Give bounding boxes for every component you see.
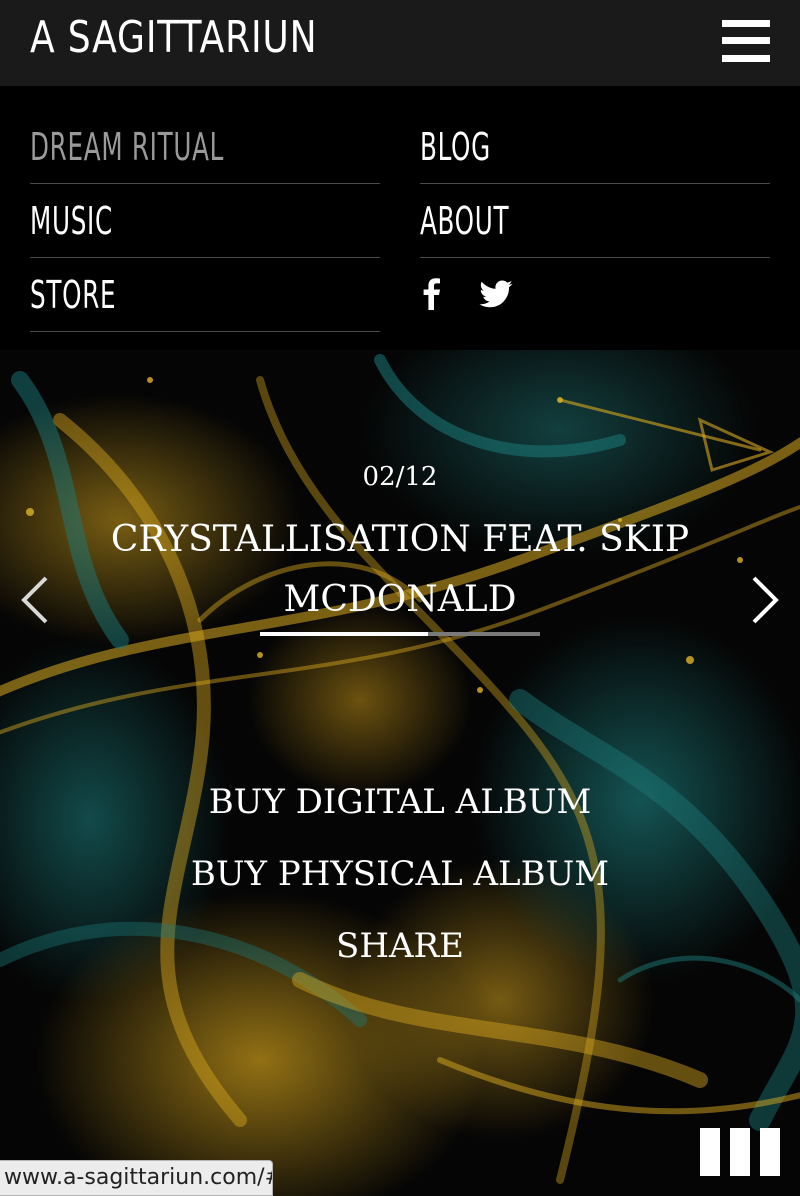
facebook-icon[interactable]	[414, 276, 450, 312]
next-arrow-icon[interactable]	[744, 572, 784, 628]
buy-physical-album-row: BUY PHYSICAL ALBUM	[0, 854, 800, 894]
site-header: A SAGITTARIUN	[0, 0, 800, 86]
buy-digital-album-row: BUY DIGITAL ALBUM	[0, 782, 800, 822]
menu-item-label: DREAM RITUAL	[30, 125, 225, 169]
menu-item-dream-ritual[interactable]: DREAM RITUAL	[30, 110, 380, 184]
track-progress-fill	[260, 632, 428, 636]
menu-item-about[interactable]: ABOUT	[420, 184, 770, 258]
share-link[interactable]: SHARE	[336, 926, 464, 966]
twitter-icon[interactable]	[478, 276, 514, 312]
menu-item-label: ABOUT	[420, 199, 510, 243]
pause-icon[interactable]	[700, 1128, 780, 1176]
buy-digital-album-link[interactable]: BUY DIGITAL ALBUM	[209, 782, 592, 822]
previous-arrow-icon[interactable]	[16, 572, 56, 628]
menu-item-label: MUSIC	[30, 199, 113, 243]
share-row: SHARE	[0, 926, 800, 966]
buy-physical-album-link[interactable]: BUY PHYSICAL ALBUM	[191, 854, 609, 894]
menu-item-music[interactable]: MUSIC	[30, 184, 380, 258]
site-logo[interactable]: A SAGITTARIUN	[30, 12, 317, 63]
menu-item-label: STORE	[30, 273, 117, 317]
hamburger-menu-icon[interactable]	[722, 20, 770, 62]
social-links	[420, 258, 770, 332]
menu-item-blog[interactable]: BLOG	[420, 110, 770, 184]
menu-item-label: BLOG	[420, 125, 491, 169]
track-progress-bar[interactable]	[260, 632, 540, 636]
nav-menu: DREAM RITUAL MUSIC STORE BLOG ABOUT	[0, 86, 800, 350]
track-title: CRYSTALLISATION FEAT. SKIP MCDONALD	[110, 519, 690, 620]
track-counter: 02/12	[362, 462, 438, 492]
menu-item-store[interactable]: STORE	[30, 258, 380, 332]
status-bar-url: www.a-sagittariun.com/#	[0, 1160, 273, 1196]
